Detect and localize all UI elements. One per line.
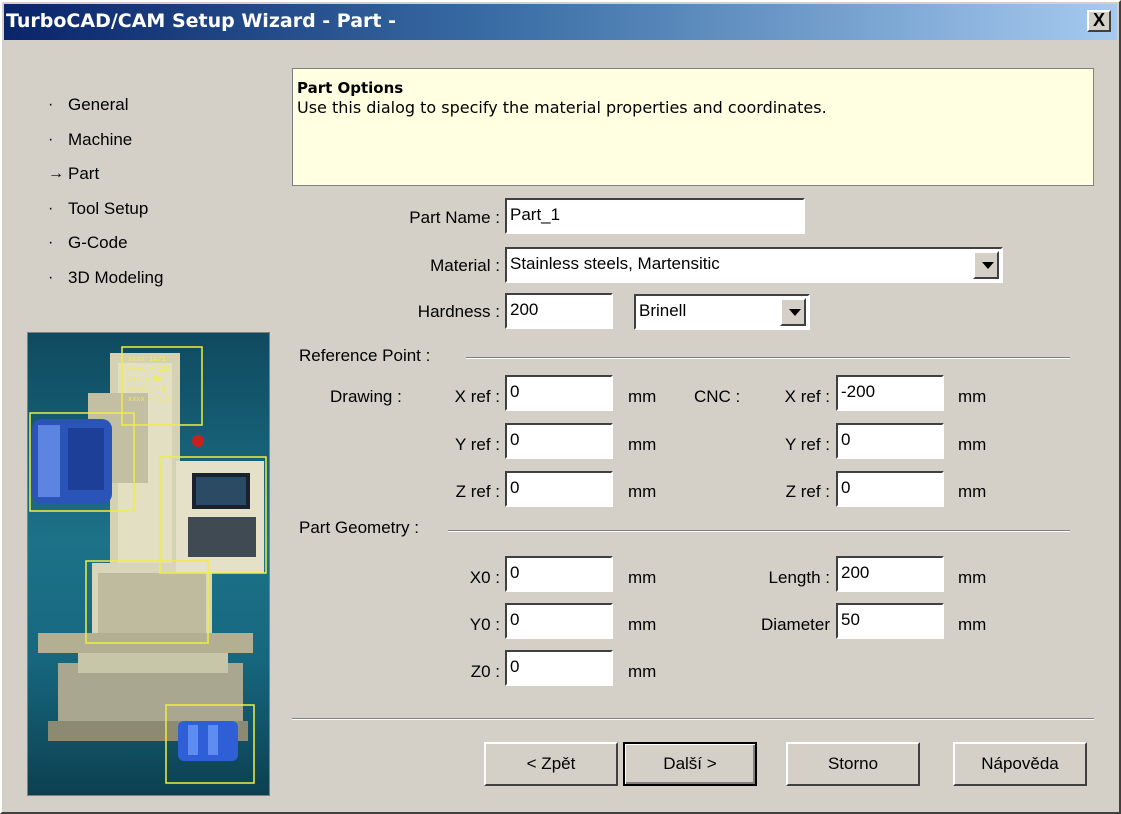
cnc-x-ref-input[interactable]: -200 [836, 375, 944, 411]
nav-item-label: Tool Setup [68, 198, 149, 218]
section-divider [466, 357, 1070, 359]
cnc-machine-illustration: xxxx 1x/1 xxxx ~ 121 xxx ~ 56 xxx/x ~ 0 … [27, 332, 270, 796]
hardness-unit-select[interactable]: Brinell [634, 294, 810, 330]
cancel-button[interactable]: Storno [786, 742, 920, 786]
title-bar[interactable]: TurboCAD/CAM Setup Wizard - Part - X [4, 4, 1117, 40]
cnc-y-ref-label: Y ref : [784, 435, 830, 454]
chevron-down-icon[interactable] [780, 298, 806, 326]
unit-label: mm [958, 387, 987, 406]
arrow-right-icon: → [48, 165, 64, 182]
drawing-y-ref-label: Y ref : [454, 435, 500, 454]
z0-input[interactable]: 0 [505, 650, 613, 686]
chevron-down-icon[interactable] [973, 251, 999, 279]
drawing-x-ref-label: X ref : [454, 387, 500, 406]
cnc-machine-icon: xxxx 1x/1 xxxx ~ 121 xxx ~ 56 xxx/x ~ 0 … [29, 346, 267, 784]
hardness-unit-value: Brinell [639, 301, 687, 320]
length-input[interactable]: 200 [836, 556, 944, 592]
nav-item-machine[interactable]: · Machine [46, 123, 163, 158]
info-panel: Part Options Use this dialog to specify … [292, 68, 1094, 186]
part-geometry-section-label: Part Geometry : [299, 518, 419, 537]
nav-item-label: Part [68, 164, 100, 183]
bullet-icon: · [48, 234, 54, 251]
material-label: Material : [430, 256, 500, 275]
nav-item-label: General [68, 95, 129, 114]
material-selected-value: Stainless steels, Martensitic [510, 254, 720, 273]
drawing-label: Drawing : [330, 387, 402, 406]
cnc-label: CNC : [694, 387, 741, 406]
unit-label: mm [628, 387, 657, 406]
length-label: Length : [768, 568, 830, 587]
art-screen-line: xxx ~ 56 [128, 375, 162, 383]
art-screen-line: xxxx ~ 121 [128, 365, 170, 373]
unit-label: mm [628, 662, 657, 681]
drawing-z-ref-label: Z ref : [455, 482, 500, 501]
back-button[interactable]: < Zpět [484, 742, 618, 786]
cnc-z-ref-input[interactable]: 0 [836, 471, 944, 507]
part-name-input[interactable]: Part_1 [505, 198, 805, 234]
x0-label: X0 : [469, 568, 500, 587]
z0-label: Z0 : [470, 662, 500, 681]
cnc-y-ref-input[interactable]: 0 [836, 423, 944, 459]
close-button[interactable]: X [1087, 10, 1111, 32]
art-screen-line: xxx/x ~ 0 [128, 385, 166, 393]
next-button[interactable]: Další > [623, 742, 757, 786]
unit-label: mm [958, 482, 987, 501]
art-screen-line: xxxx 1x/1 [128, 355, 166, 363]
reference-point-section-label: Reference Point : [299, 346, 431, 365]
drawing-y-ref-input[interactable]: 0 [505, 423, 613, 459]
unit-label: mm [958, 568, 987, 587]
nav-item-label: G-Code [68, 233, 128, 252]
hardness-label: Hardness : [417, 302, 500, 321]
cnc-z-ref-label: Z ref : [785, 482, 830, 501]
bullet-icon: · [48, 199, 54, 217]
bullet-icon: · [48, 130, 54, 148]
nav-item-label: 3D Modeling [68, 267, 164, 287]
y0-label: Y0 : [469, 615, 500, 634]
art-screen-line: xxxx ~ 1.1 [128, 395, 170, 403]
unit-label: mm [628, 482, 657, 501]
nav-item-g-code[interactable]: · G-Code [46, 226, 163, 261]
bullet-icon: · [48, 96, 54, 113]
section-divider [448, 530, 1070, 532]
part-name-label: Part Name : [409, 208, 500, 227]
x0-input[interactable]: 0 [505, 556, 613, 592]
nav-item-label: Machine [68, 129, 133, 149]
unit-label: mm [628, 435, 657, 454]
bullet-icon: · [48, 268, 54, 286]
window-title: TurboCAD/CAM Setup Wizard - Part - [6, 10, 396, 32]
unit-label: mm [628, 568, 657, 587]
unit-label: mm [628, 615, 657, 634]
diameter-label: Diameter [761, 615, 830, 634]
material-select[interactable]: Stainless steels, Martensitic [505, 247, 1003, 283]
info-description: Use this dialog to specify the material … [297, 98, 827, 117]
y0-input[interactable]: 0 [505, 603, 613, 639]
unit-label: mm [958, 435, 987, 454]
button-row-divider [292, 718, 1094, 720]
nav-item-tool-setup[interactable]: · Tool Setup [46, 192, 163, 227]
nav-item-3d-modeling[interactable]: · 3D Modeling [46, 261, 163, 296]
nav-item-part[interactable]: → Part [46, 157, 163, 192]
info-title: Part Options [297, 79, 404, 97]
drawing-x-ref-input[interactable]: 0 [505, 375, 613, 411]
drawing-z-ref-input[interactable]: 0 [505, 471, 613, 507]
nav-item-general[interactable]: · General [46, 88, 163, 123]
unit-label: mm [958, 615, 987, 634]
wizard-steps-nav: · General · Machine → Part · Tool Setup … [46, 88, 163, 295]
cnc-x-ref-label: X ref : [784, 387, 830, 406]
help-button[interactable]: Nápověda [953, 742, 1087, 786]
hardness-input[interactable]: 200 [505, 293, 613, 329]
diameter-input[interactable]: 50 [836, 603, 944, 639]
